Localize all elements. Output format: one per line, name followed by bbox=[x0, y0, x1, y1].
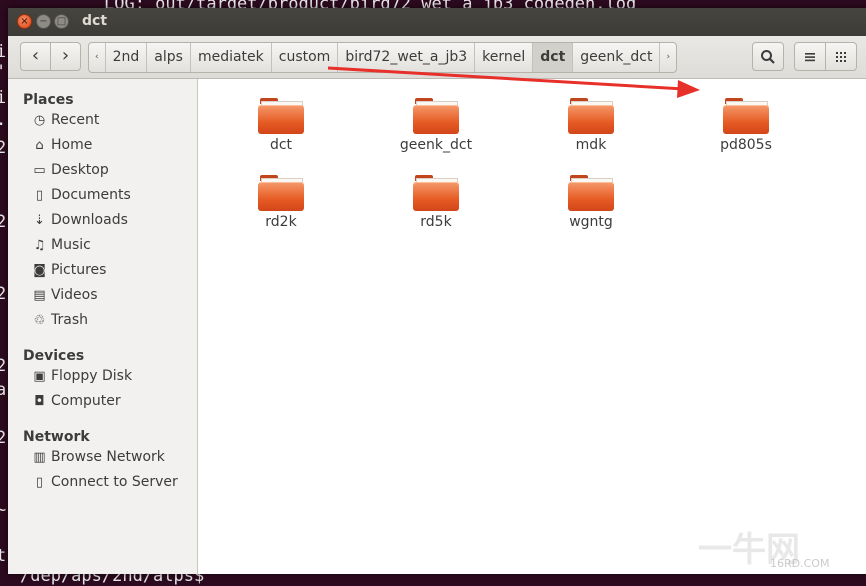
watermark-subtitle: 16RD.COM bbox=[770, 557, 830, 570]
annotation-arrow bbox=[327, 66, 700, 98]
